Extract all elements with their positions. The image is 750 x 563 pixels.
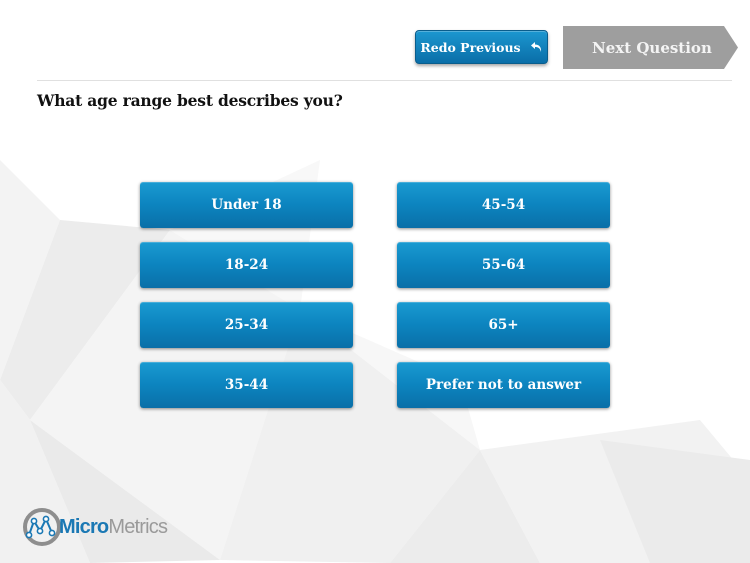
top-bar: Redo Previous Next Question xyxy=(0,0,750,80)
logo-wordmark: MicroMetrics xyxy=(59,515,168,539)
option-55-64[interactable]: 55-64 xyxy=(397,242,610,288)
undo-arrow-icon xyxy=(530,42,541,52)
question-text: What age range best describes you? xyxy=(37,91,343,110)
redo-previous-button[interactable]: Redo Previous xyxy=(415,30,548,64)
logo-text-metrics: Metrics xyxy=(108,515,168,538)
option-65-plus[interactable]: 65+ xyxy=(397,302,610,348)
answer-options-grid: Under 18 45-54 18-24 55-64 25-34 65+ 35-… xyxy=(140,182,610,408)
option-45-54[interactable]: 45-54 xyxy=(397,182,610,228)
logo-text-micro: Micro xyxy=(59,515,109,538)
option-under-18[interactable]: Under 18 xyxy=(140,182,353,228)
micrometrics-logo: MicroMetrics xyxy=(22,507,168,547)
option-35-44[interactable]: 35-44 xyxy=(140,362,353,408)
option-25-34[interactable]: 25-34 xyxy=(140,302,353,348)
logo-mark-icon xyxy=(23,508,61,546)
redo-previous-label: Redo Previous xyxy=(420,39,521,55)
header-divider xyxy=(37,80,732,81)
next-question-label: Next Question xyxy=(592,38,712,57)
next-question-button[interactable]: Next Question xyxy=(563,26,738,69)
option-prefer-not-to-answer[interactable]: Prefer not to answer xyxy=(397,362,610,408)
option-18-24[interactable]: 18-24 xyxy=(140,242,353,288)
